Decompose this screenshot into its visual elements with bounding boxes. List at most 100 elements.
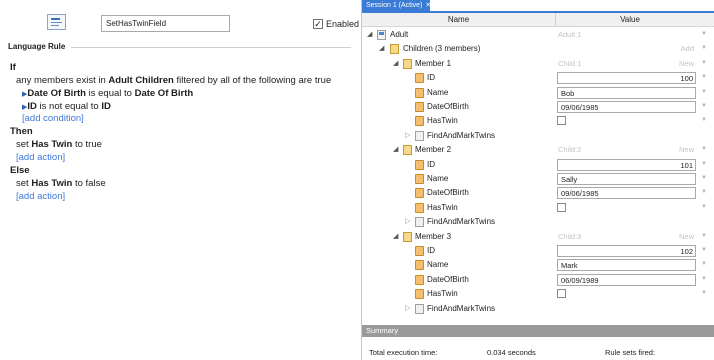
else-keyword: Else xyxy=(10,165,30,176)
summary-header: Summary xyxy=(362,325,714,337)
name-input[interactable]: Sally xyxy=(557,173,696,185)
tree-row-children[interactable]: ◢ Children (3 members) Add ▼ xyxy=(362,42,714,56)
tree-row-method[interactable]: ▷ FindAndMarkTwins xyxy=(362,129,714,143)
else-set: set xyxy=(16,178,29,189)
chevron-down-icon[interactable]: ▼ xyxy=(701,247,707,253)
chevron-down-icon[interactable]: ▼ xyxy=(701,146,707,152)
column-header-name[interactable]: Name xyxy=(362,15,555,24)
new-button[interactable]: New xyxy=(679,232,694,241)
chevron-down-icon[interactable]: ▼ xyxy=(701,290,707,296)
expanded-arrow-icon[interactable]: ◢ xyxy=(367,30,372,38)
collapsed-arrow-icon[interactable]: ▷ xyxy=(405,217,410,225)
id-input[interactable]: 100 xyxy=(557,72,696,85)
has-twin-checkbox[interactable] xyxy=(557,116,566,126)
chevron-down-icon[interactable]: ▼ xyxy=(701,175,707,181)
expanded-arrow-icon[interactable]: ◢ xyxy=(379,44,384,52)
member-icon xyxy=(403,145,412,156)
close-icon[interactable]: ✕ xyxy=(425,2,431,9)
field-icon xyxy=(415,202,424,213)
member-icon xyxy=(403,231,412,242)
session-pane: Session 1 (Active) ✕ Name Value ◢ Adult A… xyxy=(362,0,714,360)
add-action-link-then[interactable]: [add action] xyxy=(16,152,65,163)
date-of-birth-input[interactable]: 06/09/1989 xyxy=(557,273,696,286)
add-member-button[interactable]: Add xyxy=(681,44,694,53)
else-field[interactable]: Has Twin xyxy=(31,178,72,189)
else-action: set Has Twin to false xyxy=(16,178,106,189)
column-header-value[interactable]: Value xyxy=(555,15,705,24)
chevron-down-icon[interactable]: ▼ xyxy=(701,103,707,109)
has-twin-checkbox[interactable] xyxy=(557,289,566,299)
chevron-down-icon[interactable]: ▼ xyxy=(701,45,707,51)
name-input[interactable]: Mark xyxy=(557,259,696,272)
enabled-checkbox[interactable]: ✓ xyxy=(313,19,323,29)
subcondition-2-operator[interactable]: is not equal to xyxy=(40,101,99,112)
tree-label: Member 2 xyxy=(415,145,452,155)
add-condition-link[interactable]: [add condition] xyxy=(22,113,84,124)
new-button[interactable]: New xyxy=(679,59,694,68)
tree-row-method[interactable]: ▷ FindAndMarkTwins xyxy=(362,215,714,229)
chevron-down-icon[interactable]: ▼ xyxy=(701,74,707,80)
chevron-down-icon[interactable]: ▼ xyxy=(701,89,707,95)
grid-header: Name Value xyxy=(362,13,714,27)
id-input[interactable]: 101 xyxy=(557,158,696,171)
chevron-down-icon[interactable]: ▼ xyxy=(701,60,707,66)
date-of-birth-input[interactable]: 09/06/1985 xyxy=(557,101,696,113)
condition-collection[interactable]: Adult Children xyxy=(108,75,173,86)
field-icon xyxy=(415,174,424,184)
tree-label: Member 3 xyxy=(415,231,452,241)
subcondition-1-operator[interactable]: is equal to xyxy=(89,88,132,99)
subcondition-2-field[interactable]: ID xyxy=(27,101,37,112)
collapsed-arrow-icon[interactable]: ▷ xyxy=(405,131,410,139)
summary-panel: Total execution time: 0.034 seconds Rule… xyxy=(362,337,714,360)
else-to[interactable]: to false xyxy=(75,178,106,189)
then-field[interactable]: Has Twin xyxy=(31,139,72,150)
expanded-arrow-icon[interactable]: ◢ xyxy=(393,232,398,240)
chevron-down-icon[interactable]: ▼ xyxy=(701,261,707,267)
tree-label: Children (3 members) xyxy=(403,44,481,54)
collection-icon xyxy=(390,44,399,55)
rule-name-input[interactable]: SetHasTwinField xyxy=(101,15,230,32)
then-to[interactable]: to true xyxy=(75,139,102,150)
id-input[interactable]: 102 xyxy=(557,245,696,257)
field-icon xyxy=(415,289,424,300)
rule-document-icon xyxy=(47,14,66,30)
field-label: HasTwin xyxy=(427,289,458,299)
tree-row-member[interactable]: ◢ Member 1 Child:1 New ▼ xyxy=(362,57,714,71)
date-of-birth-input[interactable]: 09/06/1985 xyxy=(557,187,696,200)
chevron-down-icon[interactable]: ▼ xyxy=(701,204,707,210)
subcondition-1-value[interactable]: Date Of Birth xyxy=(135,88,194,99)
field-icon xyxy=(415,116,424,127)
chevron-down-icon[interactable]: ▼ xyxy=(701,233,707,239)
subcondition-1-field[interactable]: Date Of Birth xyxy=(27,88,86,99)
subcondition-2-value[interactable]: ID xyxy=(101,101,111,112)
field-label: HasTwin xyxy=(427,202,458,212)
section-divider xyxy=(71,47,351,48)
has-twin-checkbox[interactable] xyxy=(557,202,566,212)
name-input[interactable]: Bob xyxy=(557,86,696,99)
chevron-down-icon[interactable]: ▼ xyxy=(701,31,707,37)
execution-time-label: Total execution time: xyxy=(369,348,438,357)
chevron-down-icon[interactable]: ▼ xyxy=(701,189,707,195)
chevron-down-icon[interactable]: ▼ xyxy=(701,276,707,282)
method-label: FindAndMarkTwins xyxy=(427,303,496,313)
method-label: FindAndMarkTwins xyxy=(427,130,496,140)
tree-row-method[interactable]: ▷ FindAndMarkTwins xyxy=(362,302,714,316)
tree-row-field: HasTwin ▼ xyxy=(362,114,714,128)
member-icon xyxy=(403,58,412,69)
expanded-arrow-icon[interactable]: ◢ xyxy=(393,145,398,153)
new-button[interactable]: New xyxy=(679,145,694,154)
then-keyword: Then xyxy=(10,126,33,137)
if-keyword: If xyxy=(10,62,16,73)
chevron-down-icon[interactable]: ▼ xyxy=(701,117,707,123)
tree-row-adult[interactable]: ◢ Adult Adult:1 ▼ xyxy=(362,28,714,42)
member-hint: Child:2 xyxy=(558,145,582,155)
add-action-link-else[interactable]: [add action] xyxy=(16,191,65,202)
method-icon xyxy=(415,130,424,141)
tree-row-member[interactable]: ◢ Member 2 Child:2 New ▼ xyxy=(362,143,714,157)
tree-row-field: DateOfBirth 09/06/1985 ▼ xyxy=(362,186,714,200)
field-icon xyxy=(415,274,424,285)
expanded-arrow-icon[interactable]: ◢ xyxy=(393,59,398,67)
chevron-down-icon[interactable]: ▼ xyxy=(701,161,707,167)
collapsed-arrow-icon[interactable]: ▷ xyxy=(405,304,410,312)
tree-row-member[interactable]: ◢ Member 3 Child:3 New ▼ xyxy=(362,230,714,244)
